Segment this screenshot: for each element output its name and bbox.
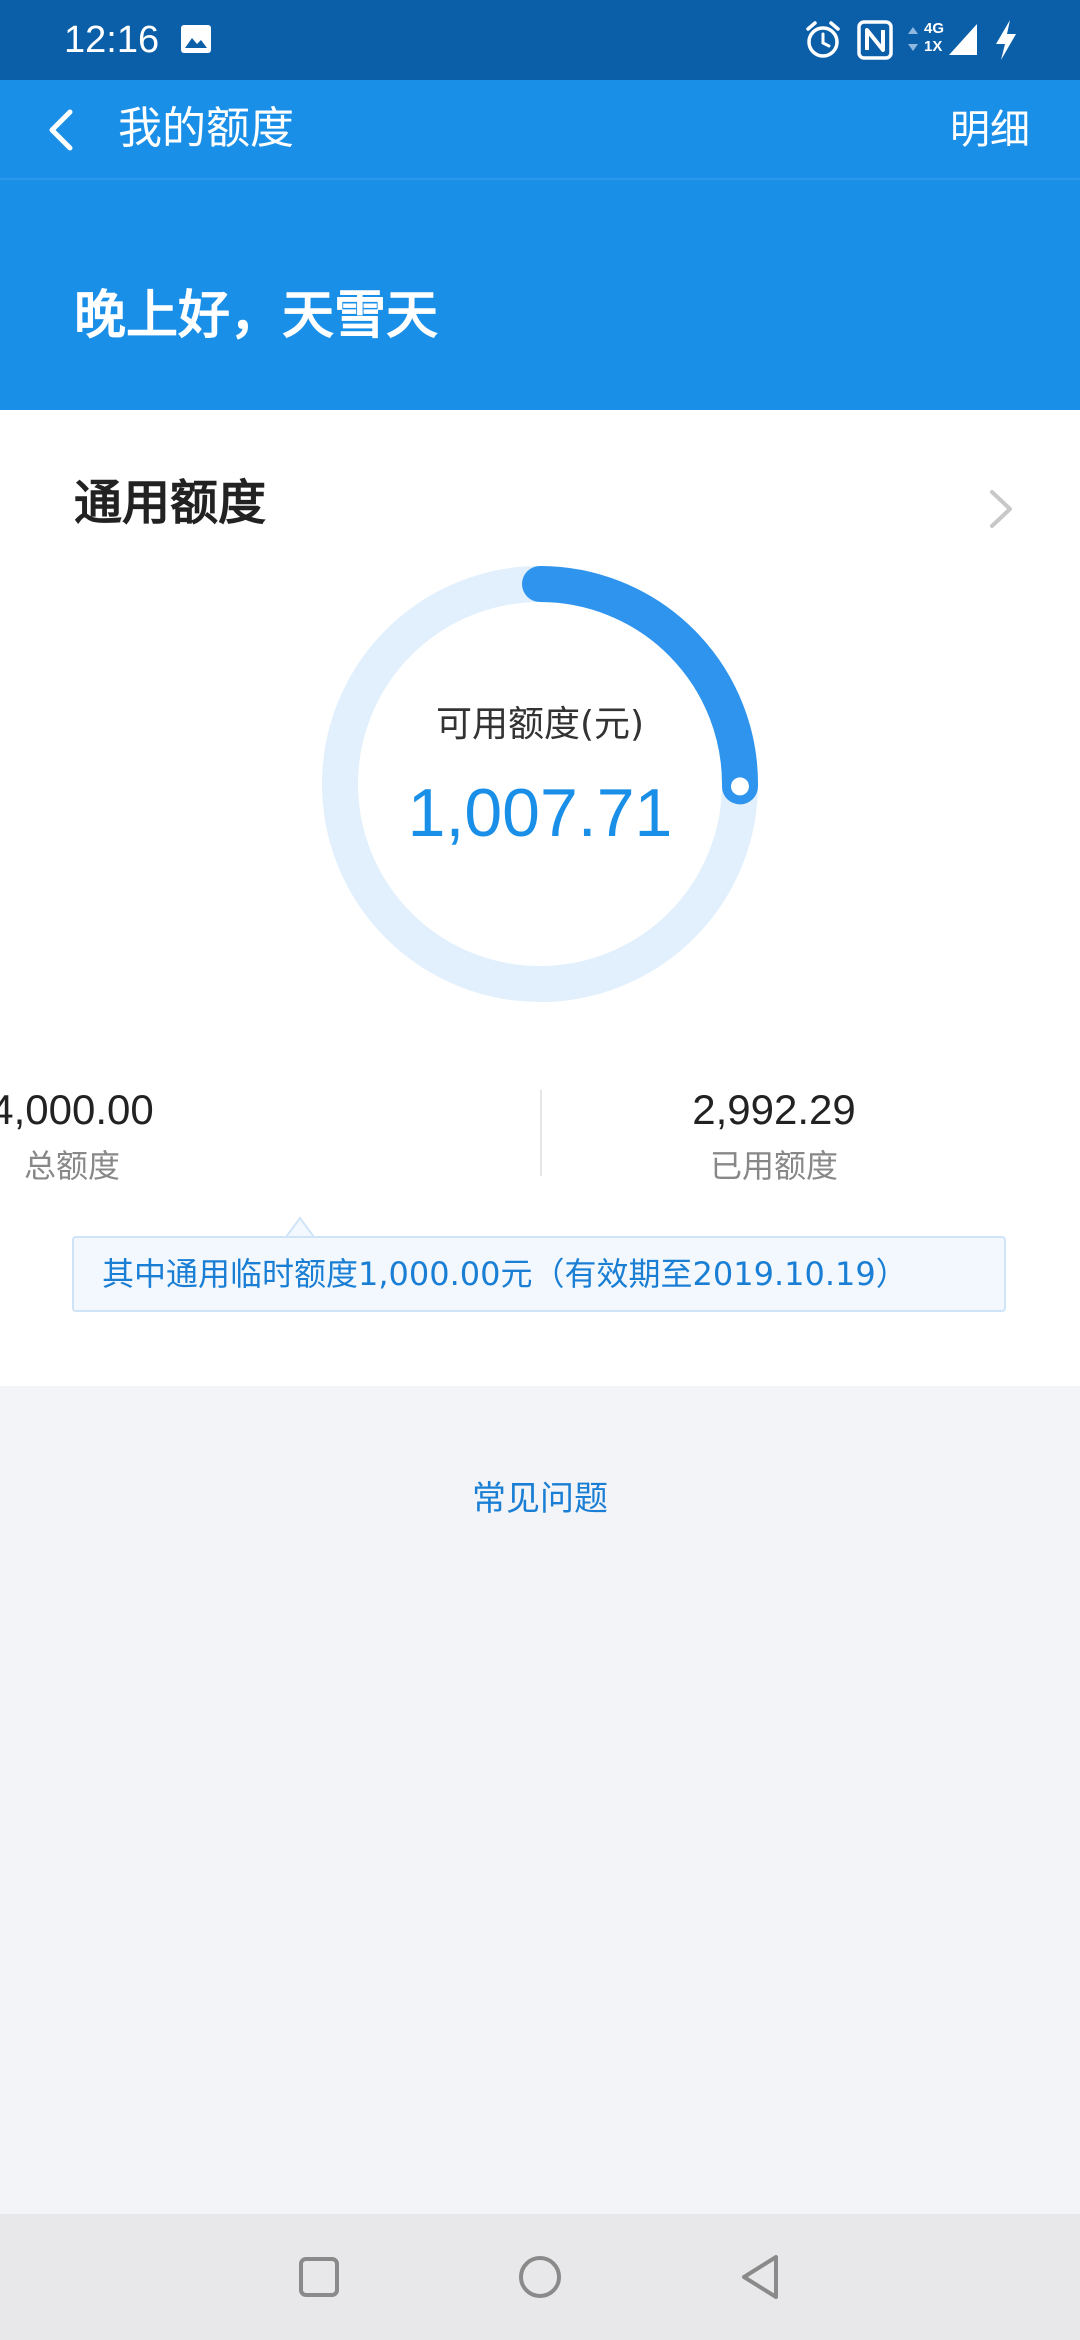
page-title: 我的额度 xyxy=(118,103,294,154)
faq-link[interactable]: 常见问题 xyxy=(0,1472,1080,1526)
status-time: 12:16 xyxy=(64,19,160,61)
chevron-right-icon[interactable] xyxy=(980,486,1020,532)
total-credit-amount: 4,000.00 xyxy=(0,1086,154,1133)
nav-bar: 我的额度 明细 xyxy=(0,80,1080,180)
total-credit-stat: 4,000.00 总额度 xyxy=(0,1080,342,1190)
used-credit-stat: 2,992.29 已用额度 xyxy=(504,1080,1044,1190)
notice-pointer xyxy=(286,1216,314,1238)
network-type-4g: 4G xyxy=(924,20,945,37)
status-bar: 12:16 4G 1X xyxy=(0,0,1080,80)
alarm-icon xyxy=(804,20,842,64)
back-triangle-icon[interactable] xyxy=(730,2244,796,2310)
detail-button[interactable]: 明细 xyxy=(950,100,1030,160)
charging-icon xyxy=(992,18,1020,66)
signal-icon: 4G 1X xyxy=(906,18,977,62)
header: 我的额度 明细 晚上好，天雪天 xyxy=(0,80,1080,410)
used-credit-amount: 2,992.29 xyxy=(692,1086,856,1133)
chevron-left-icon xyxy=(49,109,73,151)
temporary-credit-notice: 其中通用临时额度1,000.00元（有效期至2019.10.19） xyxy=(72,1236,1006,1312)
recent-apps-icon[interactable] xyxy=(286,2244,352,2310)
section-title: 通用额度 xyxy=(74,475,267,531)
greeting-text: 晚上好，天雪天 xyxy=(74,286,439,346)
notice-text: 其中通用临时额度1,000.00元（有效期至2019.10.19） xyxy=(102,1255,908,1293)
total-credit-label: 总额度 xyxy=(23,1147,120,1185)
home-icon[interactable] xyxy=(507,2244,573,2310)
available-credit-amount: 1,007.71 xyxy=(407,775,673,851)
nfc-icon xyxy=(857,20,893,64)
gauge-progress-arc xyxy=(522,566,758,805)
credit-card: 通用额度 可用额度(元) 1,007.71 4,000.00 总额度 2,992… xyxy=(0,410,1080,1386)
used-credit-label: 已用额度 xyxy=(709,1147,838,1185)
available-credit-label: 可用额度(元) xyxy=(435,704,645,745)
system-nav-bar xyxy=(0,2214,1080,2340)
network-type-1x: 1X xyxy=(924,38,943,55)
app-screen: 12:16 4G 1X 我的额度 明细 晚上好，天雪天 通用额度 可用额度(元)… xyxy=(0,0,1080,2340)
back-button[interactable] xyxy=(34,100,90,160)
gallery-icon xyxy=(180,24,212,58)
